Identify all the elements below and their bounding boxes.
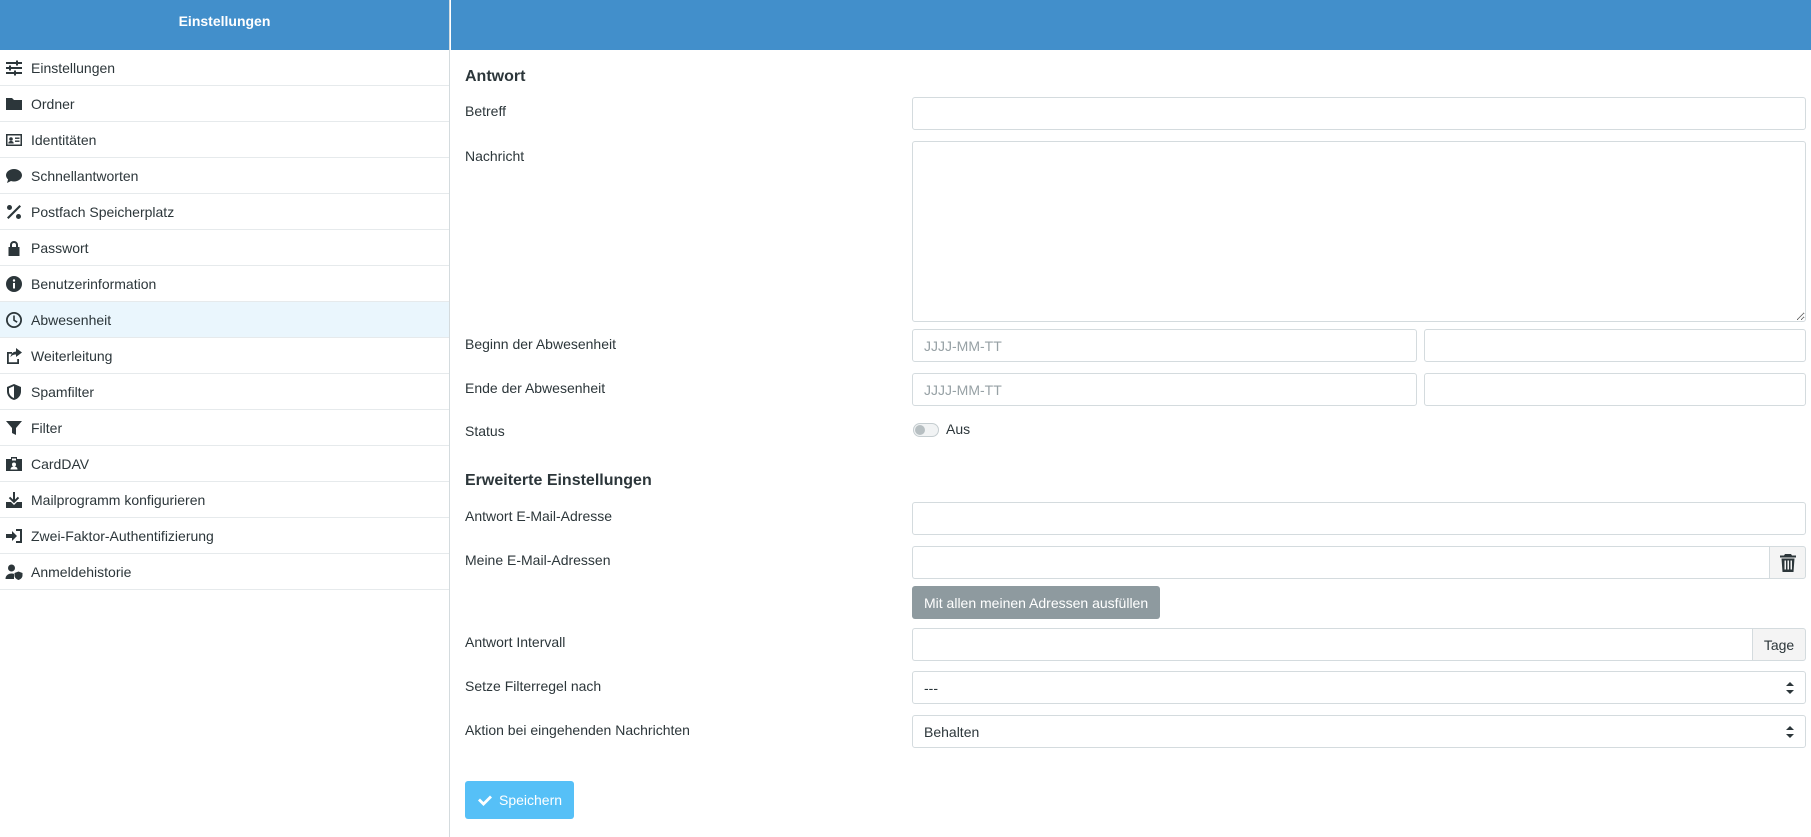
comment-icon [4, 166, 23, 185]
sidebar-item-carddav[interactable]: CardDAV [0, 446, 449, 482]
contact-badge-icon [4, 454, 23, 473]
status-toggle[interactable] [913, 423, 939, 437]
my-emails-group [912, 546, 1806, 579]
sidebar-item-label: CardDAV [31, 455, 90, 472]
sidebar-item-label: Mailprogramm konfigurieren [31, 491, 206, 508]
interval-label: Antwort Intervall [465, 634, 566, 650]
select-arrows-icon [1786, 725, 1794, 738]
user-shield-icon [4, 562, 23, 581]
interval-group: Tage [912, 628, 1806, 661]
end-time-input[interactable] [1424, 373, 1806, 406]
sidebar-item-speicherplatz[interactable]: Postfach Speicherplatz [0, 194, 449, 230]
trash-icon [1779, 553, 1796, 572]
save-button[interactable]: Speichern [465, 781, 575, 819]
sidebar-item-passwort[interactable]: Passwort [0, 230, 449, 266]
fill-all-addresses-button[interactable]: Mit allen meinen Adressen ausfüllen [912, 586, 1161, 619]
sidebar-item-ordner[interactable]: Ordner [0, 86, 449, 122]
sidebar-item-label: Postfach Speicherplatz [31, 203, 175, 220]
select-arrows-icon [1786, 681, 1794, 694]
filter-rule-value: --- [924, 679, 938, 696]
lock-icon [4, 238, 23, 257]
subject-input[interactable] [912, 97, 1806, 130]
start-time-input[interactable] [1424, 329, 1806, 362]
share-icon [4, 346, 23, 365]
sidebar-item-spamfilter[interactable]: Spamfilter [0, 374, 449, 410]
sidebar-item-label: Benutzerinformation [31, 275, 157, 292]
section-title-reply: Antwort [465, 68, 526, 85]
sidebar-item-label: Spamfilter [31, 383, 95, 400]
info-icon [4, 274, 23, 293]
folder-icon [4, 94, 23, 113]
my-emails-input[interactable] [912, 546, 1769, 579]
sidebar-item-zwei-faktor[interactable]: Zwei-Faktor-Authentifizierung [0, 518, 449, 554]
sidebar-item-weiterleitung[interactable]: Weiterleitung [0, 338, 449, 374]
message-textarea[interactable] [912, 141, 1806, 322]
status-label: Status [465, 423, 505, 439]
start-label: Beginn der Abwesenheit [465, 336, 616, 352]
action-select[interactable]: Behalten [912, 715, 1806, 748]
sidebar-item-schnellantworten[interactable]: Schnellantworten [0, 158, 449, 194]
checkmark-icon [478, 795, 492, 806]
clock-icon [4, 310, 23, 329]
start-date-input[interactable] [912, 329, 1417, 362]
percent-icon [4, 202, 23, 221]
my-emails-label: Meine E-Mail-Adressen [465, 552, 611, 568]
interval-input[interactable] [912, 628, 1752, 661]
sidebar-item-einstellungen[interactable]: Einstellungen [0, 50, 449, 86]
shield-icon [4, 382, 23, 401]
sidebar-item-label: Anmeldehistorie [31, 563, 132, 580]
download-icon [4, 490, 23, 509]
sign-in-icon [4, 526, 23, 545]
sidebar-item-anmeldehistorie[interactable]: Anmeldehistorie [0, 554, 449, 590]
message-label: Nachricht [465, 148, 525, 164]
end-date-input[interactable] [912, 373, 1417, 406]
status-value: Aus [946, 421, 971, 437]
sidebar-item-label: Identitäten [31, 131, 97, 148]
filter-icon [4, 418, 23, 437]
settings-sidebar: Einstellungen Einstellungen Ordner Ident… [0, 0, 450, 837]
sliders-icon [4, 58, 23, 77]
settings-nav: Einstellungen Ordner Identitäten Schnell… [0, 50, 449, 590]
end-label: Ende der Abwesenheit [465, 380, 606, 396]
id-card-icon [4, 130, 23, 149]
sidebar-item-label: Einstellungen [31, 59, 116, 76]
save-button-label: Speichern [499, 792, 563, 808]
action-value: Behalten [924, 723, 980, 740]
action-label: Aktion bei eingehenden Nachrichten [465, 722, 690, 738]
sidebar-item-abwesenheit[interactable]: Abwesenheit [0, 302, 449, 338]
sidebar-item-label: Zwei-Faktor-Authentifizierung [31, 527, 214, 544]
sidebar-header: Einstellungen [0, 0, 449, 50]
reply-email-input[interactable] [912, 502, 1806, 535]
sidebar-item-benutzerinformation[interactable]: Benutzerinformation [0, 266, 449, 302]
delete-address-button[interactable] [1769, 546, 1806, 579]
sidebar-item-label: Abwesenheit [31, 311, 112, 328]
sidebar-item-label: Schnellantworten [31, 167, 139, 184]
subject-label: Betreff [465, 103, 506, 119]
top-bar [451, 0, 1811, 50]
filter-rule-select[interactable]: --- [912, 671, 1806, 704]
toggle-knob [915, 425, 925, 435]
sidebar-item-label: Filter [31, 419, 63, 436]
sidebar-item-identitaeten[interactable]: Identitäten [0, 122, 449, 158]
sidebar-item-filter[interactable]: Filter [0, 410, 449, 446]
sidebar-item-label: Passwort [31, 239, 89, 256]
vacation-form: Antwort Betreff Nachricht Beginn der Abw… [451, 50, 1811, 837]
sidebar-item-label: Weiterleitung [31, 347, 113, 364]
interval-unit: Tage [1752, 628, 1806, 661]
section-title-advanced: Erweiterte Einstellungen [465, 472, 652, 489]
sidebar-item-mailprogramm[interactable]: Mailprogramm konfigurieren [0, 482, 449, 518]
filter-rule-label: Setze Filterregel nach [465, 678, 602, 694]
reply-email-label: Antwort E-Mail-Adresse [465, 508, 613, 524]
sidebar-item-label: Ordner [31, 95, 75, 112]
